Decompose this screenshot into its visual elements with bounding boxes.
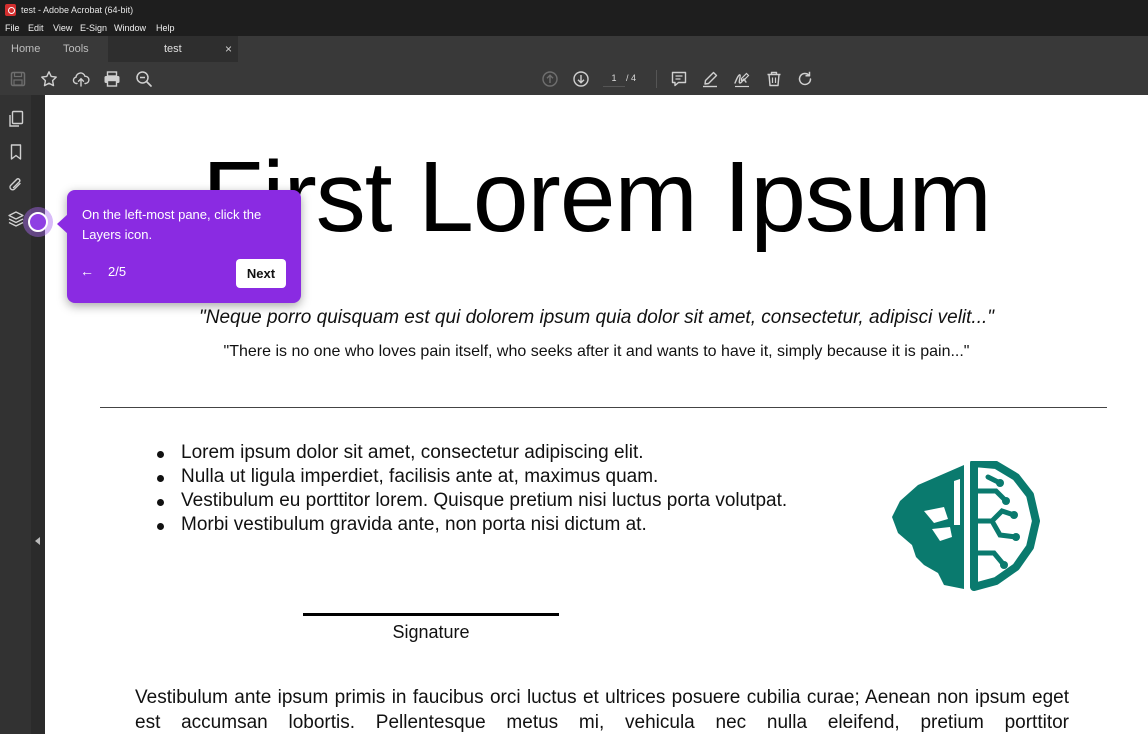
page-total: / 4 [626, 73, 637, 83]
pane-collapse-strip [31, 95, 45, 734]
tour-hotspot-beacon[interactable] [23, 207, 53, 237]
window-title: test - Adobe Acrobat (64-bit) [21, 5, 134, 15]
star-icon[interactable] [40, 70, 58, 88]
list-item: Nulla ut ligula imperdiet, facilisis ant… [156, 465, 787, 489]
page-number-input[interactable]: 1 [603, 71, 625, 87]
menu-help[interactable]: Help [156, 23, 175, 33]
rotate-icon[interactable] [796, 70, 814, 88]
tour-back-arrow-icon[interactable]: ← [80, 263, 94, 279]
document-paragraph: Vestibulum ante ipsum primis in faucibus… [135, 687, 1069, 733]
next-page-icon[interactable] [572, 70, 590, 88]
signature-label: Signature [392, 622, 470, 642]
sign-icon[interactable] [733, 70, 751, 88]
toolbar: 1 / 4 [0, 62, 1148, 95]
tab-home[interactable]: Home [11, 36, 40, 62]
pages-icon[interactable] [7, 110, 25, 128]
tab-document-label: test [164, 43, 182, 55]
tour-hotspot-dot [28, 212, 48, 232]
menu-esign[interactable]: E-Sign [80, 23, 107, 33]
acrobat-app-icon [5, 4, 16, 16]
highlight-pen-icon[interactable] [701, 70, 719, 88]
menu-bar: File Edit View E-Sign Window Help [0, 20, 1148, 36]
bookmark-icon[interactable] [7, 143, 25, 161]
delete-icon[interactable] [765, 70, 783, 88]
horizontal-rule [100, 407, 1107, 408]
tab-close-icon[interactable]: × [225, 36, 232, 62]
previous-page-icon[interactable] [541, 70, 559, 88]
tour-tooltip: On the left-most pane, click the Layers … [57, 190, 301, 303]
document-quote-plain: "There is no one who loves pain itself, … [223, 343, 970, 360]
brain-head-logo [888, 459, 1040, 595]
tour-step-counter: 2/5 [108, 264, 127, 279]
upload-cloud-icon[interactable] [72, 70, 90, 88]
comment-icon[interactable] [670, 70, 688, 88]
title-bar: test - Adobe Acrobat (64-bit) [0, 0, 1148, 20]
list-item: Vestibulum eu porttitor lorem. Quisque p… [156, 490, 788, 511]
print-icon[interactable] [103, 70, 121, 88]
menu-window[interactable]: Window [114, 23, 146, 33]
tab-bar: Home Tools test × [0, 36, 1148, 63]
list-item: Lorem ipsum dolor sit amet, consectetur … [156, 441, 787, 465]
left-navigation-pane [0, 95, 31, 734]
zoom-out-icon[interactable] [135, 70, 153, 88]
bullet-list: Lorem ipsum dolor sit amet, consectetur … [156, 441, 788, 537]
tour-next-button[interactable]: Next [236, 259, 286, 288]
menu-view[interactable]: View [53, 23, 72, 33]
attachment-icon[interactable] [7, 176, 25, 194]
menu-edit[interactable]: Edit [28, 23, 44, 33]
toolbar-divider [656, 70, 657, 88]
tour-tooltip-message: On the left-most pane, click the Layers … [82, 207, 262, 242]
expand-pane-arrow-icon[interactable] [35, 537, 40, 545]
tab-tools[interactable]: Tools [63, 36, 89, 62]
tab-document[interactable]: test × [108, 36, 238, 62]
document-quote-italic: "Neque porro quisquam est qui dolorem ip… [199, 307, 994, 328]
menu-file[interactable]: File [5, 23, 20, 33]
save-icon[interactable] [9, 70, 27, 88]
list-item: Morbi vestibulum gravida ante, non porta… [156, 513, 787, 537]
signature-line [303, 613, 559, 616]
